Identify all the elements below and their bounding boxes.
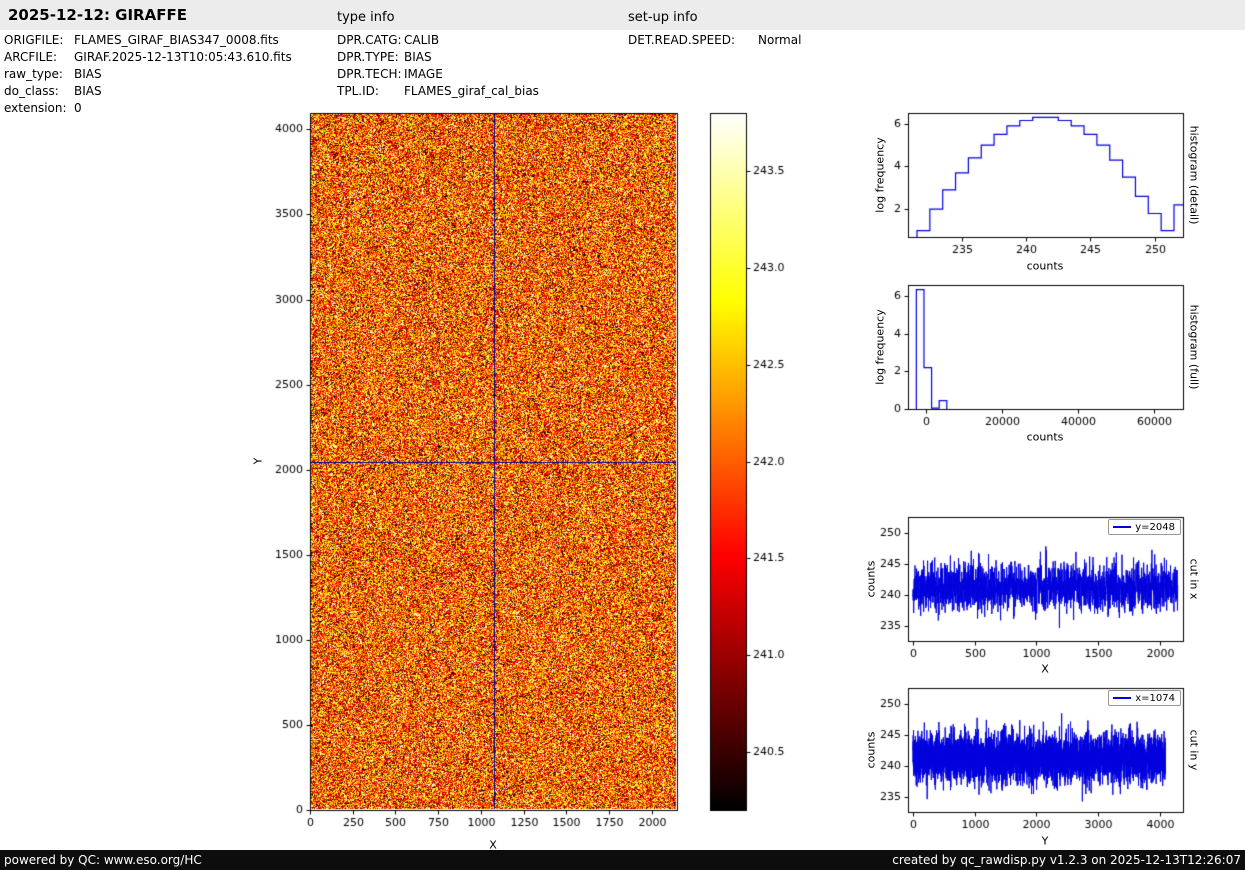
metadata-value: CALIB [404,33,440,47]
colorbar-canvas [704,103,796,848]
metadata-value: 0 [74,101,82,115]
hist-detail-right-label: histogram (detail) [1187,125,1201,225]
metadata-key: DPR.TYPE: [337,50,399,64]
metadata-row-doclass: do_class: BIAS [4,84,102,98]
metadata-row-arcfile: ARCFILE: GIRAF.2025-12-13T10:05:43.610.fi… [4,50,292,64]
hist-detail-y-axis-label: log frequency [873,137,887,213]
metadata-row-tplid: TPL.ID: FLAMES_giraf_cal_bias [337,84,539,98]
metadata-row-origfile: ORIGFILE: FLAMES_GIRAF_BIAS347_0008.fits [4,33,279,47]
hist-full-y-axis-label: log frequency [873,309,887,385]
histogram-detail-canvas [858,103,1193,275]
type-info-heading: type info [337,10,395,25]
metadata-row-readspeed: DET.READ.SPEED: Normal [628,33,801,47]
page-title: 2025-12-12: GIRAFFE [8,6,187,24]
footer-powered-by: powered by QC: www.eso.org/HC [4,853,202,867]
cut-y-right-label: cut in y [1187,729,1201,771]
setup-info-heading: set-up info [628,10,698,25]
metadata-key: do_class: [4,84,59,98]
metadata-row-dprtech: DPR.TECH: IMAGE [337,67,443,81]
cut-x-legend-label: y=2048 [1135,521,1175,533]
cut-x-right-label: cut in x [1187,558,1201,600]
histogram-full-canvas [858,275,1193,447]
bias-image-canvas [268,103,700,848]
cut-y-x-axis-label: Y [1041,834,1049,848]
cut-y-legend-label: x=1074 [1135,692,1175,704]
metadata-value: BIAS [74,67,102,81]
cut-x-y-axis-label: counts [864,560,878,598]
metadata-value: GIRAF.2025-12-13T10:05:43.610.fits [74,50,292,64]
metadata-value: BIAS [74,84,102,98]
metadata-row-rawtype: raw_type: BIAS [4,67,102,81]
metadata-key: DPR.TECH: [337,67,402,81]
metadata-value: FLAMES_GIRAF_BIAS347_0008.fits [74,33,279,47]
cut-x-legend: y=2048 [1108,519,1181,535]
metadata-row-dprcatg: DPR.CATG: CALIB [337,33,439,47]
metadata-key: TPL.ID: [337,84,379,98]
metadata-value: Normal [758,33,802,47]
hist-detail-x-axis-label: counts [1026,259,1064,273]
metadata-value: IMAGE [404,67,443,81]
cut-x-x-axis-label: X [1041,662,1049,676]
header-bar: 2025-12-12: GIRAFFE type info set-up inf… [0,0,1245,30]
metadata-key: extension: [4,101,67,115]
cut-y-y-axis-label: counts [864,731,878,769]
cut-y-legend: x=1074 [1108,690,1181,706]
metadata-row-extension: extension: 0 [4,101,82,115]
hist-full-x-axis-label: counts [1026,430,1064,444]
footer-created-by: created by qc_rawdisp.py v1.2.3 on 2025-… [892,853,1241,867]
metadata-row-dprtype: DPR.TYPE: BIAS [337,50,432,64]
metadata-value: BIAS [404,50,432,64]
footer-bar: powered by QC: www.eso.org/HC created by… [0,850,1245,870]
qc-report-page: 2025-12-12: GIRAFFE type info set-up inf… [0,0,1245,870]
legend-line-icon [1113,697,1132,699]
legend-line-icon [1113,526,1132,528]
metadata-key: DET.READ.SPEED: [628,33,736,47]
metadata-key: DPR.CATG: [337,33,402,47]
metadata-key: ARCFILE: [4,50,58,64]
hist-full-right-label: histogram (full) [1187,304,1201,390]
metadata-key: ORIGFILE: [4,33,64,47]
main-y-axis-label: Y [251,457,265,465]
metadata-value: FLAMES_giraf_cal_bias [404,84,539,98]
metadata-key: raw_type: [4,67,63,81]
